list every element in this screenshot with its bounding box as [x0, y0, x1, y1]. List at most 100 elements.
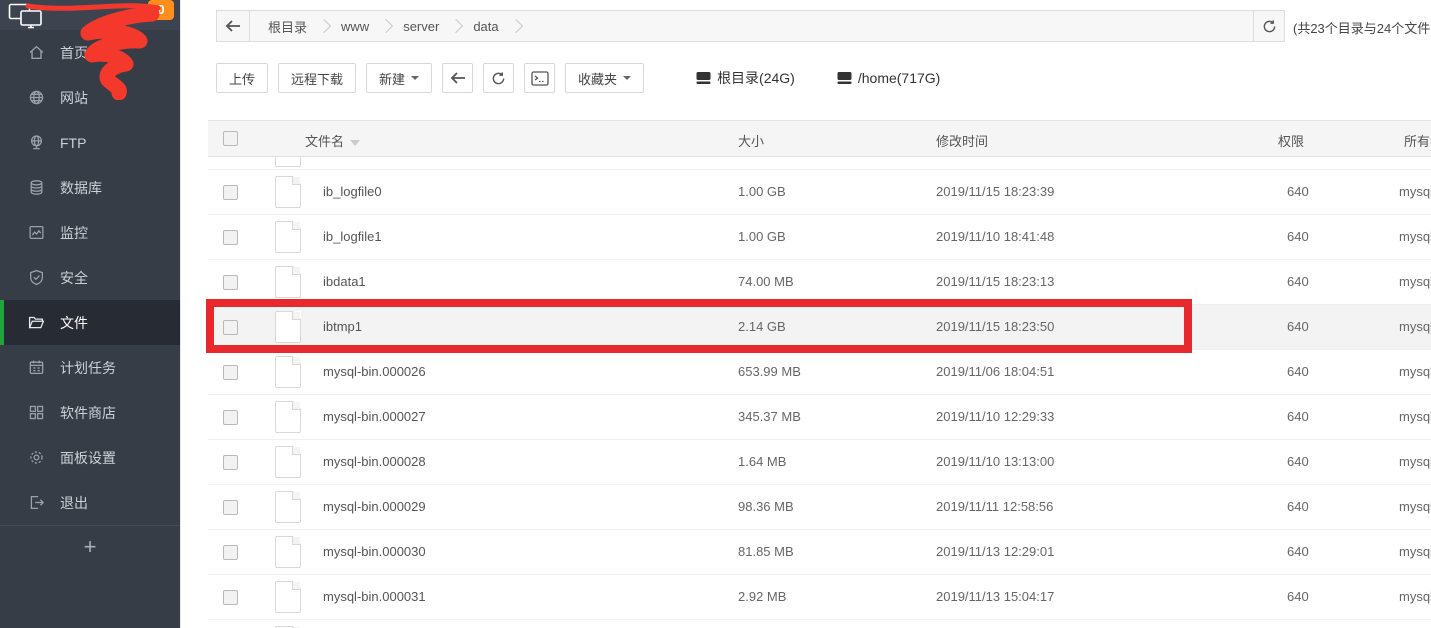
file-icon [275, 266, 301, 298]
file-name[interactable]: mysql-bin.000026 [323, 364, 426, 379]
sidebar-item-ftp[interactable]: FTP [0, 120, 180, 165]
terminal-button[interactable] [524, 63, 555, 93]
back-button[interactable] [442, 63, 473, 93]
table-row[interactable]: mysql-bin.000027345.37 MB2019/11/10 12:2… [208, 395, 1431, 440]
table-row[interactable]: mysql-bin.0000312.92 MB2019/11/13 15:04:… [208, 575, 1431, 620]
table-row[interactable]: ibdata174.00 MB2019/11/15 18:23:13640mys… [208, 260, 1431, 305]
file-name[interactable]: mysql-bin.000030 [323, 544, 426, 559]
breadcrumb-data[interactable]: data [465, 19, 506, 34]
favorites-button-label: 收藏夹 [578, 69, 617, 88]
file-icon [275, 491, 301, 523]
file-owner: mysql [1399, 499, 1431, 514]
sidebar-item-files[interactable]: 文件 [0, 300, 180, 345]
message-count-badge[interactable]: 0 [148, 0, 174, 20]
breadcrumb-root[interactable]: 根目录 [260, 17, 315, 36]
sidebar-item-security[interactable]: 安全 [0, 255, 180, 300]
table-row[interactable]: mysql-bin.00002998.36 MB2019/11/11 12:58… [208, 485, 1431, 530]
file-name[interactable]: ibtmp1 [323, 319, 362, 334]
file-size: 345.37 MB [738, 409, 801, 424]
caret-down-icon [411, 76, 419, 80]
sort-caret-icon [350, 140, 360, 146]
row-checkbox[interactable] [223, 230, 238, 245]
file-name[interactable]: mysql-bin.000027 [323, 409, 426, 424]
add-menu-button[interactable]: + [0, 526, 180, 568]
calendar-icon [28, 359, 45, 376]
file-icon [275, 581, 301, 613]
sidebar-item-database[interactable]: 数据库 [0, 165, 180, 210]
file-perm: 640 [1287, 454, 1309, 469]
file-owner: mysql [1399, 409, 1431, 424]
file-size: 81.85 MB [738, 544, 794, 559]
sidebar-item-logout[interactable]: 退出 [0, 480, 180, 525]
file-size: 98.36 MB [738, 499, 794, 514]
file-icon [275, 536, 301, 568]
file-owner: mysql [1399, 319, 1431, 334]
file-perm: 640 [1287, 364, 1309, 379]
remote-download-button[interactable]: 远程下载 [278, 63, 356, 93]
row-checkbox[interactable] [223, 320, 238, 335]
file-owner: mysql [1399, 589, 1431, 604]
header-filename[interactable]: 文件名 [305, 131, 360, 150]
row-checkbox[interactable] [223, 365, 238, 380]
table-row[interactable]: mysql-bin.000030 81.85 MB 2019/11/13 12:29… [208, 530, 1431, 575]
sidebar-item-site[interactable]: 网站 [0, 75, 180, 120]
table-row[interactable]: ibtmp12.14 GB2019/11/15 18:23:50640mysql [208, 305, 1431, 350]
header-size[interactable]: 大小 [738, 131, 764, 150]
breadcrumb-server[interactable]: server [395, 19, 447, 34]
refresh-icon [491, 71, 506, 86]
path-back-button[interactable] [217, 11, 250, 41]
row-checkbox[interactable] [223, 455, 238, 470]
panel-logo-monitors-icon [8, 3, 46, 30]
select-all-checkbox[interactable] [223, 131, 238, 146]
table-row[interactable]: mysql-bin.000026653.99 MB2019/11/06 18:0… [208, 350, 1431, 395]
file-icon [275, 221, 301, 253]
path-refresh-button[interactable] [1253, 11, 1284, 41]
file-name[interactable]: ib_logfile0 [323, 184, 382, 199]
favorites-dropdown-button[interactable]: 收藏夹 [565, 63, 644, 93]
chevron-right-icon [509, 19, 523, 33]
sidebar-item-home[interactable]: 首页 [0, 30, 180, 75]
disk-home-shortcut[interactable]: /home(717G) [837, 70, 940, 86]
file-name[interactable]: mysql-bin.000029 [323, 499, 426, 514]
folder-icon [28, 314, 45, 331]
file-owner: mysql [1399, 544, 1431, 559]
table-row[interactable]: mysql-bin.0000281.64 MB2019/11/10 13:13:… [208, 440, 1431, 485]
file-icon [275, 311, 301, 343]
table-row[interactable]: ib_logfile11.00 GB2019/11/10 18:41:48640… [208, 215, 1431, 260]
partial-row-bottom [208, 620, 1431, 628]
sidebar-item-label: 安全 [60, 268, 88, 288]
file-name[interactable]: ibdata1 [323, 274, 366, 289]
row-checkbox[interactable] [223, 410, 238, 425]
row-checkbox[interactable] [223, 545, 238, 560]
row-checkbox[interactable] [223, 275, 238, 290]
sidebar: 0 首页 网站 FTP 数据库 监控 安全 文件 [0, 0, 180, 628]
chevron-right-icon [449, 19, 463, 33]
breadcrumb-www[interactable]: www [333, 19, 377, 34]
file-owner: mysql [1399, 184, 1431, 199]
header-owner[interactable]: 所有者 [1404, 131, 1431, 150]
sidebar-item-label: FTP [60, 135, 86, 151]
file-name[interactable]: ib_logfile1 [323, 229, 382, 244]
sidebar-item-monitor[interactable]: 监控 [0, 210, 180, 255]
path-bar: 根目录 www server data [216, 10, 1285, 42]
back-arrow-icon [225, 20, 241, 32]
caret-down-icon [623, 76, 631, 80]
disk-root-shortcut[interactable]: 根目录(24G) [696, 68, 795, 88]
header-perm[interactable]: 权限 [1278, 131, 1304, 150]
row-checkbox[interactable] [223, 590, 238, 605]
new-dropdown-button[interactable]: 新建 [366, 63, 432, 93]
table-row[interactable]: ib_logfile01.00 GB2019/11/15 18:23:39640… [208, 170, 1431, 215]
sidebar-item-label: 监控 [60, 223, 88, 243]
sidebar-item-cron[interactable]: 计划任务 [0, 345, 180, 390]
row-checkbox[interactable] [223, 500, 238, 515]
sidebar-item-settings[interactable]: 面板设置 [0, 435, 180, 480]
file-name[interactable]: mysql-bin.000031 [323, 589, 426, 604]
file-name[interactable]: mysql-bin.000028 [323, 454, 426, 469]
header-mtime[interactable]: 修改时间 [936, 131, 988, 150]
row-checkbox[interactable] [223, 185, 238, 200]
upload-button[interactable]: 上传 [216, 63, 268, 93]
file-perm: 640 [1287, 319, 1309, 334]
sidebar-item-store[interactable]: 软件商店 [0, 390, 180, 435]
file-mtime: 2019/11/13 12:29:01 [936, 544, 1054, 559]
refresh-button[interactable] [483, 63, 514, 93]
